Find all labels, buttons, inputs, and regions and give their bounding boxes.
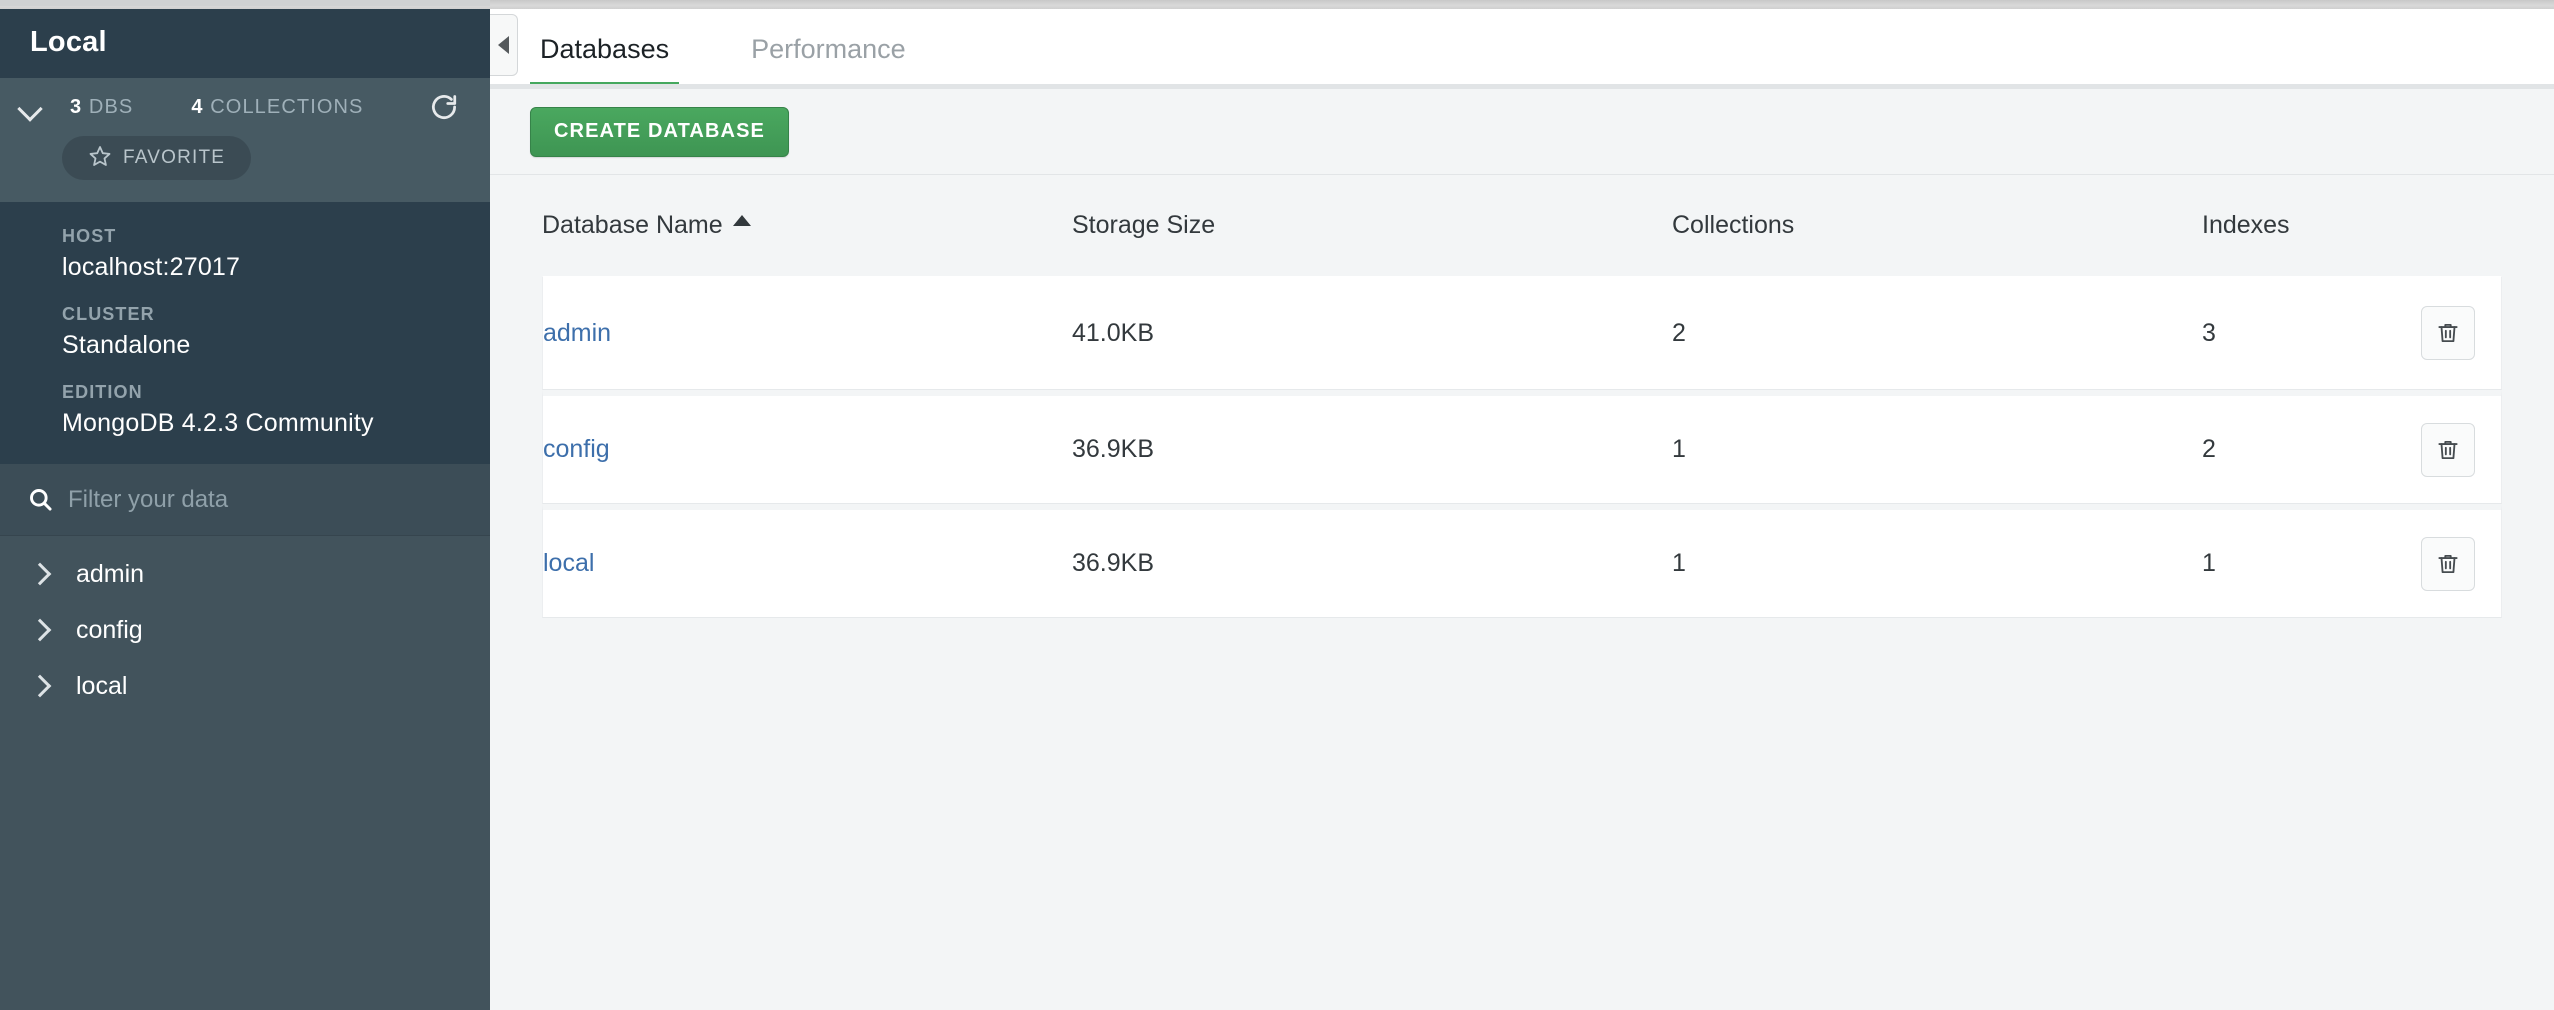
sidebar-stats-block: 3 DBS 4 COLLECTIONS FAVORITE	[0, 78, 490, 202]
database-link[interactable]: config	[543, 435, 610, 463]
column-header-storage-size-label: Storage Size	[1072, 211, 1216, 239]
column-header-collections-label: Collections	[1672, 211, 1795, 239]
window-chrome-strip	[0, 0, 2554, 9]
table-row[interactable]: admin 41.0KB 2 3	[542, 276, 2502, 390]
column-header-collections[interactable]: Collections	[1672, 175, 2202, 276]
cell-actions	[2352, 504, 2502, 618]
sidebar-item-label: local	[76, 671, 128, 700]
mongodb-compass-window: Local 3 DBS 4 COLLECTIONS FAVORITE HOST …	[0, 0, 2554, 1010]
tab-databases[interactable]: Databases	[530, 9, 680, 89]
search-input[interactable]	[62, 485, 490, 514]
database-link[interactable]: admin	[543, 319, 611, 347]
connection-title: Local	[30, 25, 107, 58]
databases-table-container: Database Name Storage Size Collections I…	[490, 175, 2554, 618]
info-group-edition: EDITION MongoDB 4.2.3 Community	[62, 382, 490, 438]
host-value: localhost:27017	[62, 253, 241, 281]
info-group-cluster: CLUSTER Standalone	[62, 304, 490, 360]
table-row[interactable]: local 36.9KB 1 1	[542, 504, 2502, 618]
cell-actions	[2352, 390, 2502, 504]
sort-ascending-icon	[732, 215, 751, 226]
cluster-label: CLUSTER	[62, 304, 155, 324]
chevron-right-icon[interactable]	[18, 622, 62, 638]
host-label: HOST	[62, 226, 117, 246]
sidebar-header: Local	[0, 6, 490, 78]
column-header-database-name[interactable]: Database Name	[542, 175, 1072, 276]
column-header-actions	[2352, 175, 2502, 276]
trash-icon[interactable]	[2421, 422, 2475, 477]
sidebar-item-local[interactable]: local	[0, 658, 490, 714]
cell-indexes: 3	[2202, 276, 2352, 390]
filter-bar	[0, 464, 490, 536]
main-content: Databases Performance CREATE DATABASE Da…	[490, 0, 2554, 1010]
search-icon	[18, 486, 62, 513]
dbs-stat: 3 DBS	[70, 96, 133, 119]
dbs-count: 3	[70, 95, 83, 118]
cell-collections: 1	[1672, 504, 2202, 618]
cell-indexes: 2	[2202, 390, 2352, 504]
sidebar-item-label: config	[76, 615, 143, 644]
tab-bar: Databases Performance	[490, 9, 2554, 89]
window-chrome-strip-left	[0, 0, 490, 6]
chevron-down-icon[interactable]	[14, 90, 48, 124]
favorite-row: FAVORITE	[0, 136, 490, 180]
sidebar-item-config[interactable]: config	[0, 602, 490, 658]
favorite-label: FAVORITE	[123, 147, 226, 168]
tab-performance-label: Performance	[751, 33, 906, 64]
toolbar: CREATE DATABASE	[490, 89, 2554, 175]
table-body: admin 41.0KB 2 3 config 36.9KB 1 2 local…	[542, 276, 2502, 618]
create-database-button[interactable]: CREATE DATABASE	[530, 106, 789, 157]
edition-value: MongoDB 4.2.3 Community	[62, 409, 374, 437]
cell-storage-size: 36.9KB	[1072, 504, 1672, 618]
databases-table: Database Name Storage Size Collections I…	[542, 175, 2502, 618]
info-group-host: HOST localhost:27017	[62, 226, 490, 282]
chevron-left-icon[interactable]	[490, 14, 518, 76]
table-row[interactable]: config 36.9KB 1 2	[542, 390, 2502, 504]
favorite-button[interactable]: FAVORITE	[62, 136, 252, 180]
collections-count: 4	[191, 95, 204, 118]
star-icon	[88, 144, 112, 173]
tab-bar-rule	[490, 84, 2554, 89]
sidebar-item-admin[interactable]: admin	[0, 546, 490, 602]
column-header-database-name-label: Database Name	[542, 211, 723, 239]
cell-collections: 2	[1672, 276, 2202, 390]
column-header-indexes-label: Indexes	[2202, 211, 2290, 239]
cell-indexes: 1	[2202, 504, 2352, 618]
cell-database-name: admin	[542, 276, 1072, 390]
tab-databases-label: Databases	[540, 33, 670, 64]
tab-performance[interactable]: Performance	[741, 9, 916, 89]
database-link[interactable]: local	[543, 549, 594, 577]
cluster-value: Standalone	[62, 331, 191, 359]
trash-icon[interactable]	[2421, 536, 2475, 591]
cell-database-name: local	[542, 504, 1072, 618]
collections-label: COLLECTIONS	[210, 95, 364, 118]
sidebar-item-label: admin	[76, 559, 145, 588]
column-header-indexes[interactable]: Indexes	[2202, 175, 2352, 276]
column-header-storage-size[interactable]: Storage Size	[1072, 175, 1672, 276]
connection-info: HOST localhost:27017 CLUSTER Standalone …	[0, 202, 490, 464]
table-header-row: Database Name Storage Size Collections I…	[542, 175, 2502, 276]
chevron-right-icon[interactable]	[18, 678, 62, 694]
sidebar: Local 3 DBS 4 COLLECTIONS FAVORITE HOST …	[0, 0, 490, 1010]
edition-label: EDITION	[62, 382, 143, 402]
refresh-icon[interactable]	[424, 87, 464, 127]
trash-icon[interactable]	[2421, 306, 2475, 360]
cell-collections: 1	[1672, 390, 2202, 504]
table-head: Database Name Storage Size Collections I…	[542, 175, 2502, 276]
database-tree: admin config local	[0, 536, 490, 714]
cell-storage-size: 41.0KB	[1072, 276, 1672, 390]
chevron-right-icon[interactable]	[18, 566, 62, 582]
cell-storage-size: 36.9KB	[1072, 390, 1672, 504]
collections-stat: 4 COLLECTIONS	[191, 96, 363, 119]
sidebar-stats-row: 3 DBS 4 COLLECTIONS	[0, 78, 490, 136]
cell-actions	[2352, 276, 2502, 390]
cell-database-name: config	[542, 390, 1072, 504]
dbs-label: DBS	[88, 95, 134, 118]
